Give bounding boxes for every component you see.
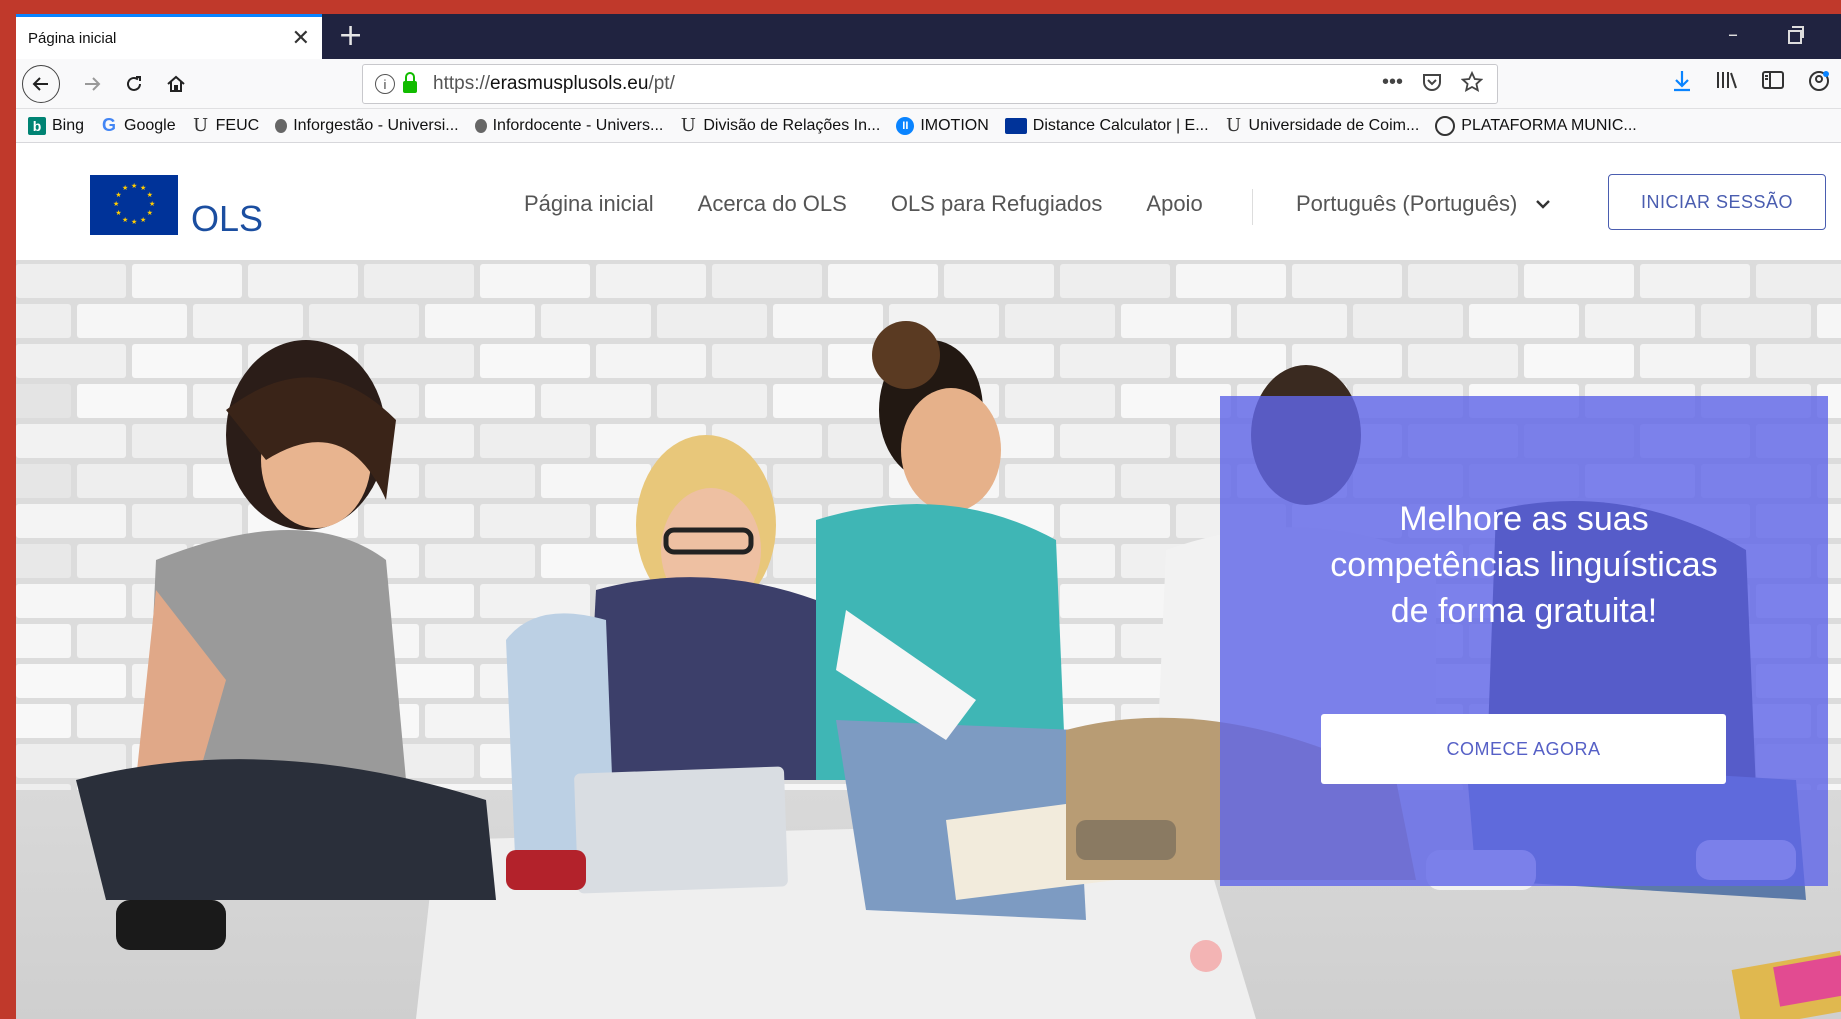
hero-banner: Melhore as suas competências linguística… — [16, 260, 1841, 1019]
uc-icon: U — [680, 115, 696, 136]
login-button[interactable]: INICIAR SESSÃO — [1608, 174, 1826, 230]
bing-icon: b — [28, 116, 46, 135]
bookmark-label: IMOTION — [920, 116, 989, 134]
bookmark-divisao[interactable]: U Divisão de Relações In... — [679, 115, 881, 136]
forward-button[interactable] — [74, 66, 110, 102]
sidebar-icon[interactable] — [1761, 69, 1785, 91]
eu-star-icon: ★ — [113, 200, 120, 208]
eu-star-icon: ★ — [140, 215, 147, 224]
bookmark-infordocente[interactable]: Infordocente - Univers... — [474, 116, 664, 135]
language-label: Português (Português) — [1296, 191, 1518, 216]
lock-icon — [474, 118, 487, 133]
bookmark-label: PLATAFORMA MUNIC... — [1461, 116, 1637, 134]
eu-star-icon: ★ — [122, 184, 129, 193]
site-nav: Página inicial Acerca do OLS OLS para Re… — [524, 191, 1203, 217]
nav-home[interactable]: Página inicial — [524, 191, 654, 217]
nav-divider — [1252, 189, 1253, 225]
ols-logo[interactable]: OLS — [191, 198, 263, 240]
bookmark-universidade[interactable]: U Universidade de Coim... — [1225, 115, 1420, 136]
eu-star-icon: ★ — [115, 209, 122, 217]
arrow-right-icon — [85, 77, 101, 91]
info-icon[interactable]: i — [375, 74, 395, 94]
nav-refugees[interactable]: OLS para Refugiados — [891, 191, 1103, 217]
bookmark-imotion[interactable]: II IMOTION — [896, 116, 989, 135]
star-icon[interactable] — [1461, 71, 1483, 93]
eu-star-icon: ★ — [146, 209, 153, 217]
imotion-icon: II — [896, 116, 915, 135]
bookmark-label: Divisão de Relações In... — [703, 116, 881, 134]
bookmark-label: Google — [124, 116, 176, 134]
nav-support[interactable]: Apoio — [1146, 191, 1202, 217]
url-domain: erasmusplusols.eu — [490, 73, 649, 94]
library-icon[interactable] — [1715, 69, 1739, 91]
uc-icon: U — [1225, 115, 1242, 136]
tab-pagina-inicial[interactable]: Página inicial ✕ — [16, 14, 322, 59]
eu-star-icon: ★ — [146, 191, 153, 199]
bookmark-feuc[interactable]: U FEUC — [192, 115, 260, 136]
url-path: /pt/ — [648, 73, 675, 94]
start-now-button[interactable]: COMECE AGORA — [1321, 714, 1726, 784]
site-header: ★ ★ ★ ★ ★ ★ ★ ★ ★ ★ ★ ★ OLS Página inicial Acerca d… — [16, 143, 1841, 260]
bookmark-google[interactable]: G Google — [100, 115, 176, 135]
home-button[interactable] — [158, 66, 194, 102]
lock-icon[interactable] — [403, 72, 417, 93]
language-select[interactable]: Português (Português) — [1296, 191, 1551, 217]
eu-star-icon: ★ — [131, 182, 138, 190]
bookmarks-toolbar: b Bing G Google U FEUC Inforgestão - Univer… — [16, 109, 1841, 143]
navigation-toolbar: i https://erasmusplusols.eu/pt/ ••• — [16, 59, 1841, 109]
tab-strip: Página inicial ✕ + – — [16, 14, 1841, 59]
hero-title: Melhore as suas competências linguística… — [1330, 500, 1718, 630]
browser-window: Página inicial ✕ + – i https://erasmuspl… — [16, 14, 1841, 1019]
reload-icon — [127, 76, 141, 91]
close-icon[interactable]: ✕ — [292, 25, 310, 51]
tab-title: Página inicial — [28, 29, 117, 47]
cta-panel: Melhore as suas competências linguística… — [1220, 396, 1828, 886]
arrow-left-icon — [32, 77, 48, 91]
pocket-icon[interactable] — [1421, 71, 1443, 93]
bookmark-distance-calculator[interactable]: Distance Calculator | E... — [1004, 116, 1209, 135]
toolbar-right — [1671, 69, 1831, 93]
restore-icon[interactable] — [1788, 26, 1804, 44]
bookmark-inforgestao[interactable]: Inforgestão - Universi... — [275, 116, 459, 135]
eu-star-icon: ★ — [122, 215, 129, 224]
new-tab-button[interactable]: + — [338, 18, 363, 53]
url-bar[interactable]: i https://erasmusplusols.eu/pt/ ••• — [362, 64, 1498, 104]
bookmark-label: Distance Calculator | E... — [1032, 116, 1209, 134]
eu-star-icon: ★ — [149, 200, 156, 208]
eu-flag-icon — [1004, 117, 1027, 134]
bookmark-label: FEUC — [215, 116, 260, 134]
bookmark-plataforma[interactable]: PLATAFORMA MUNIC... — [1435, 115, 1637, 136]
eu-star-icon: ★ — [140, 184, 147, 193]
eu-flag-logo[interactable]: ★ ★ ★ ★ ★ ★ ★ ★ ★ ★ ★ ★ — [90, 175, 178, 235]
reload-button[interactable] — [116, 66, 152, 102]
globe-icon — [1435, 115, 1456, 136]
bookmark-label: Inforgestão - Universi... — [293, 116, 459, 134]
eu-star-icon: ★ — [131, 218, 138, 226]
lock-icon — [275, 118, 288, 133]
eu-star-icon: ★ — [115, 191, 122, 199]
bookmark-bing[interactable]: b Bing — [28, 116, 85, 135]
minimize-icon[interactable]: – — [1728, 22, 1738, 46]
bookmark-label: Universidade de Coim... — [1248, 116, 1420, 134]
bookmark-label: Infordocente - Univers... — [492, 116, 664, 134]
nav-about[interactable]: Acerca do OLS — [698, 191, 847, 217]
url-text: https://erasmusplusols.eu/pt/ — [433, 73, 675, 95]
chevron-down-icon — [1536, 200, 1551, 209]
back-button[interactable] — [22, 65, 60, 103]
url-actions: ••• — [1382, 71, 1483, 94]
home-icon — [167, 75, 185, 92]
download-icon[interactable] — [1671, 69, 1693, 93]
uc-icon: U — [193, 115, 209, 136]
google-icon: G — [102, 115, 117, 135]
url-scheme: https:// — [433, 73, 491, 94]
more-icon[interactable]: ••• — [1382, 71, 1403, 94]
bookmark-label: Bing — [52, 116, 85, 134]
account-icon[interactable] — [1807, 69, 1831, 93]
